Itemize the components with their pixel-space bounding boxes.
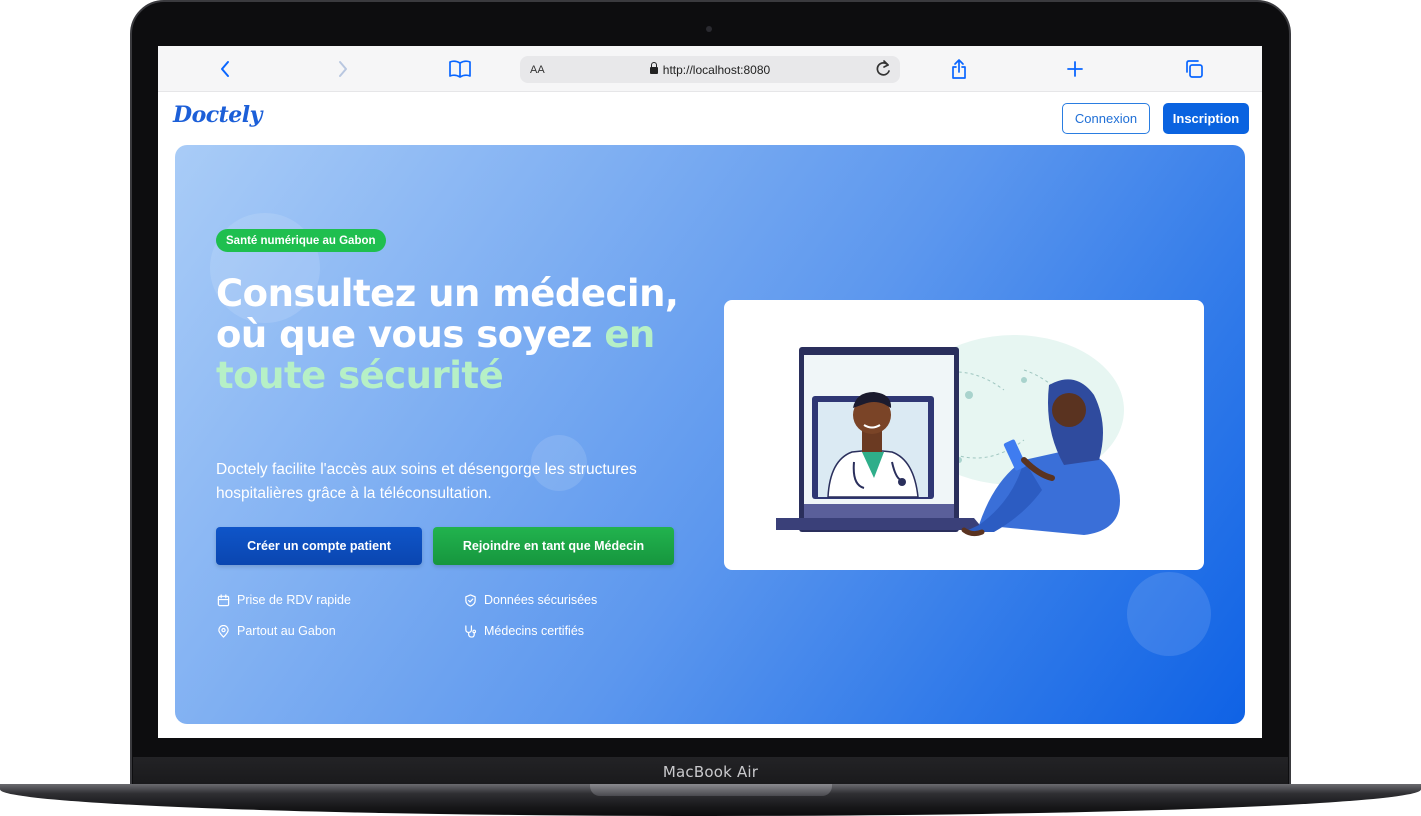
chevron-right-icon	[339, 61, 347, 77]
calendar-icon	[216, 593, 230, 607]
stethoscope-icon	[463, 624, 477, 638]
feature-label: Partout au Gabon	[237, 624, 336, 638]
url-value: http://localhost:8080	[662, 62, 771, 77]
feature-secure-data: Données sécurisées	[463, 593, 597, 607]
shield-icon	[463, 593, 477, 607]
feature-label: Médecins certifiés	[484, 624, 585, 638]
logo[interactable]: Doctely	[173, 102, 262, 128]
laptop-bezel: MacBook Air	[133, 757, 1288, 787]
chevron-left-icon	[221, 61, 229, 77]
reload-icon	[876, 60, 890, 76]
reload-button[interactable]	[874, 59, 892, 82]
signup-button[interactable]: Inscription	[1163, 103, 1249, 134]
telemedicine-illustration	[724, 300, 1204, 570]
address-bar[interactable]: AA http://localhost:8080	[520, 56, 900, 83]
hero-headline: Consultez un médecin, où que vous soyez …	[216, 273, 716, 396]
tabs-icon	[1186, 60, 1203, 78]
feature-fast-booking: Prise de RDV rapide	[216, 593, 351, 607]
bookmarks-button[interactable]	[445, 54, 475, 84]
join-as-doctor-button[interactable]: Rejoindre en tant que Médecin	[433, 527, 674, 565]
device-label: MacBook Air	[662, 763, 759, 781]
book-icon	[449, 60, 471, 78]
browser-toolbar: AA http://localhost:8080	[158, 46, 1262, 92]
doctor-patient-video-call-image	[776, 335, 1124, 537]
new-tab-button[interactable]	[1060, 54, 1090, 84]
decorative-circle	[1127, 572, 1211, 656]
share-button[interactable]	[944, 54, 974, 84]
tabs-overview-button[interactable]	[1179, 54, 1209, 84]
feature-label: Prise de RDV rapide	[237, 593, 351, 607]
lock-icon	[649, 61, 658, 74]
location-pin-icon	[216, 624, 230, 638]
hero-badge: Santé numérique au Gabon	[216, 229, 386, 252]
login-button[interactable]: Connexion	[1062, 103, 1150, 134]
feature-label: Données sécurisées	[484, 593, 598, 607]
laptop-notch	[590, 784, 832, 796]
site-header: Doctely Connexion Inscription	[158, 92, 1262, 144]
hero-subtitle: Doctely facilite l'accès aux soins et dé…	[216, 461, 637, 502]
back-button[interactable]	[210, 54, 240, 84]
feature-everywhere: Partout au Gabon	[216, 624, 336, 638]
screen: AA http://localhost:8080 Doctely Connexi…	[158, 46, 1262, 738]
create-patient-account-button[interactable]: Créer un compte patient	[216, 527, 422, 565]
camera-icon	[706, 26, 712, 32]
hero-section: Santé numérique au Gabon Consultez un mé…	[175, 145, 1245, 724]
share-icon	[952, 59, 966, 79]
feature-certified-doctors: Médecins certifiés	[463, 624, 584, 638]
url-text: http://localhost:8080	[520, 61, 900, 77]
forward-button[interactable]	[328, 54, 358, 84]
plus-icon	[1067, 61, 1083, 77]
